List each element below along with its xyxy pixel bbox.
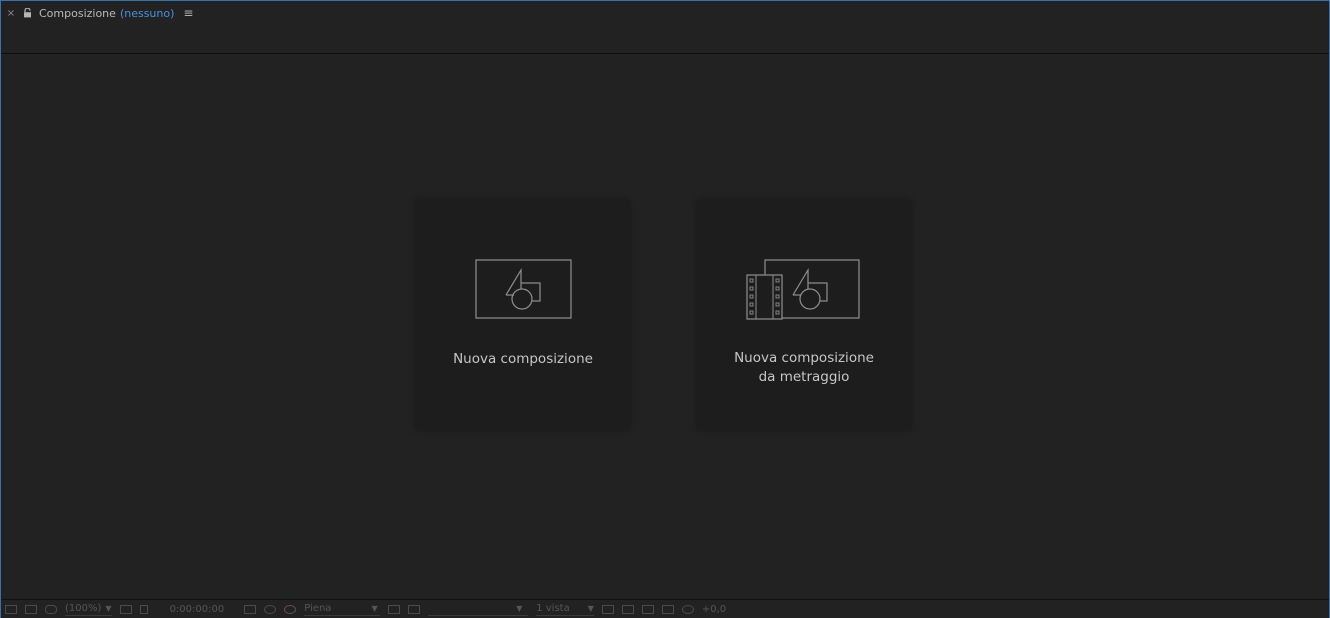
viewer-status-bar: (100%) ▼ 0:00:00:00 Piena ▼ ▼ 1 vista ▼ +0,…: [1, 599, 1329, 618]
fast-preview-icon[interactable]: [621, 604, 634, 614]
lock-icon[interactable]: [20, 8, 34, 18]
timecode[interactable]: 0:00:00:00: [170, 604, 225, 615]
monitor-icon[interactable]: [25, 604, 37, 614]
color-wheel-icon[interactable]: [284, 604, 297, 614]
zoom-dropdown[interactable]: (100%) ▼: [65, 603, 112, 616]
panel-menu-icon[interactable]: ≡: [183, 6, 193, 20]
new-composition-label: Nuova composizione: [453, 351, 593, 367]
footage-composition-icon: [746, 259, 860, 320]
views-dropdown[interactable]: 1 vista ▼: [536, 603, 594, 616]
panel-title[interactable]: Composizione: [39, 7, 116, 20]
flowchart-icon[interactable]: [661, 604, 674, 614]
composition-viewer: Nuova composizione Nuova composizione da…: [1, 54, 1329, 599]
camera-icon[interactable]: [244, 604, 257, 614]
safe-area-icon[interactable]: [119, 604, 132, 614]
panel-tab-bar: × Composizione (nessuno) ≡: [1, 1, 1329, 25]
region-icon[interactable]: [139, 604, 148, 614]
timeline-icon[interactable]: [641, 604, 654, 614]
resolution-dropdown[interactable]: Piena ▼: [304, 603, 381, 616]
grid-icon[interactable]: [5, 604, 17, 614]
toggle-pixel-icon[interactable]: [601, 604, 614, 614]
panel-subtitle[interactable]: (nessuno): [120, 7, 174, 20]
new-composition-button[interactable]: Nuova composizione: [416, 200, 630, 430]
composition-icon: [475, 259, 572, 319]
snapshot-icon[interactable]: [264, 604, 277, 614]
new-composition-from-footage-button[interactable]: Nuova composizione da metraggio: [697, 200, 911, 430]
exposure-value[interactable]: +0,0: [702, 604, 726, 615]
composition-panel: × Composizione (nessuno) ≡ Nuova composi…: [0, 0, 1330, 618]
mask-icon[interactable]: [45, 604, 57, 614]
transparency-grid-icon[interactable]: [408, 604, 421, 614]
close-icon[interactable]: ×: [2, 8, 20, 19]
new-composition-from-footage-label: Nuova composizione da metraggio: [734, 350, 874, 385]
camera-dropdown[interactable]: ▼: [428, 603, 529, 616]
region-of-interest-icon[interactable]: [388, 604, 401, 614]
exposure-icon[interactable]: [681, 604, 694, 614]
